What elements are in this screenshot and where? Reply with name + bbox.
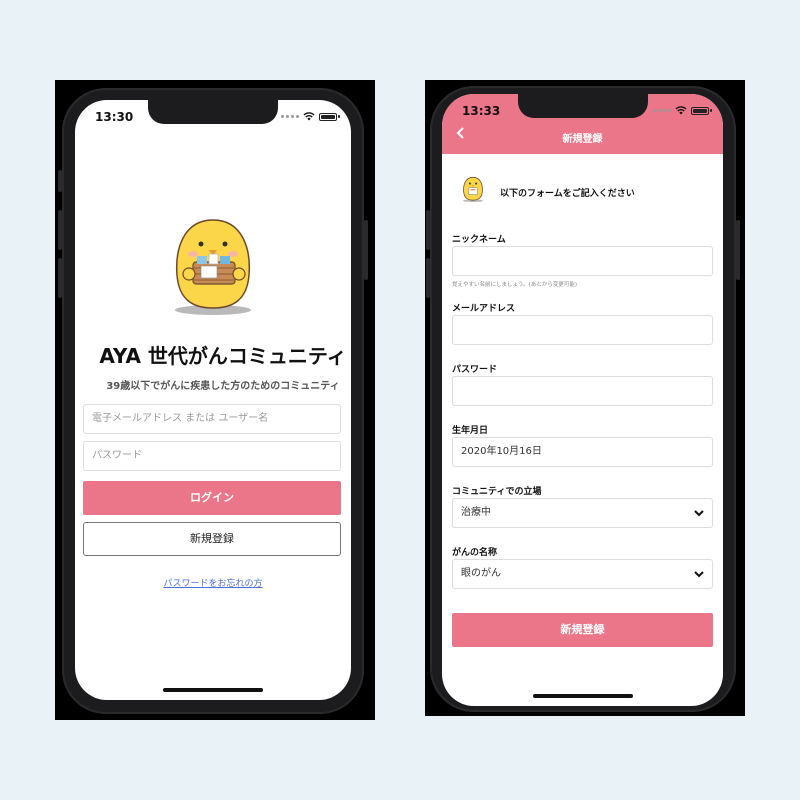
header-title: 新規登録 xyxy=(562,134,603,145)
status-time: 13:30 xyxy=(95,110,134,124)
username-input[interactable]: 電子メールアドレス または ユーザー名 xyxy=(83,404,341,434)
nickname-hint: 覚えやすい名前にしましょう。(あとから変更可能) xyxy=(452,282,577,288)
notch xyxy=(517,94,648,118)
register-screen: 13:33 新規登録 以下のフォームをご記入ください ニックネーム 覚えやすい名… xyxy=(442,94,723,706)
chevron-down-icon[interactable] xyxy=(694,569,704,579)
chick-mascot-icon xyxy=(163,210,263,320)
register-button[interactable]: 新規登録 xyxy=(83,522,341,556)
password-input[interactable]: パスワード xyxy=(83,441,341,471)
login-screen: 13:30 AYA 世代がんコミュニティ 39歳以下でがんに疾患した方のためのコ… xyxy=(75,100,351,700)
right-phone-volume-up xyxy=(426,210,430,250)
community-role-label: コミュニティでの立場 xyxy=(452,487,542,497)
right-phone-volume-down xyxy=(426,258,430,298)
chevron-down-icon[interactable] xyxy=(694,508,704,518)
community-role-select[interactable]: 治療中 xyxy=(452,498,713,528)
wifi-icon xyxy=(303,112,315,121)
status-icons xyxy=(653,106,712,115)
mini-mascot-icon xyxy=(460,174,486,204)
battery-icon xyxy=(319,112,340,121)
email-input[interactable] xyxy=(452,315,713,345)
signal-icon xyxy=(653,109,671,112)
submit-register-button[interactable]: 新規登録 xyxy=(452,613,713,647)
signal-icon xyxy=(281,115,299,118)
right-phone-power-button xyxy=(736,220,740,280)
forgot-password-link[interactable]: パスワードをお忘れの方 xyxy=(75,576,351,589)
birthdate-label: 生年月日 xyxy=(452,426,489,436)
login-button[interactable]: ログイン xyxy=(83,481,341,515)
password-input[interactable] xyxy=(452,376,713,406)
intro-text: 以下のフォームをご記入ください xyxy=(500,189,635,199)
nickname-input[interactable] xyxy=(452,246,713,276)
cancer-name-select[interactable]: 眼のがん xyxy=(452,559,713,589)
home-indicator xyxy=(163,688,263,692)
community-role-value: 治療中 xyxy=(461,507,491,518)
nickname-label: ニックネーム xyxy=(452,235,506,245)
left-phone-side-button xyxy=(58,170,62,192)
home-indicator xyxy=(532,694,633,698)
app-title: AYA 世代がんコミュニティ xyxy=(99,344,347,368)
wifi-icon xyxy=(675,106,687,115)
cancer-name-label: がんの名称 xyxy=(452,548,498,558)
status-icons xyxy=(281,112,340,121)
password-label: パスワード xyxy=(452,365,498,375)
left-phone-volume-down xyxy=(58,258,62,298)
notch xyxy=(148,100,278,124)
status-time: 13:33 xyxy=(462,104,501,118)
left-phone-power-button xyxy=(364,220,368,280)
cancer-name-value: 眼のがん xyxy=(461,568,501,579)
email-label: メールアドレス xyxy=(452,304,516,314)
birthdate-input[interactable]: 2020年10月16日 xyxy=(452,437,713,467)
left-phone-volume-up xyxy=(58,210,62,250)
app-subtitle: 39歳以下でがんに疾患した方のためのコミュニティ xyxy=(106,381,340,392)
battery-icon xyxy=(691,106,712,115)
